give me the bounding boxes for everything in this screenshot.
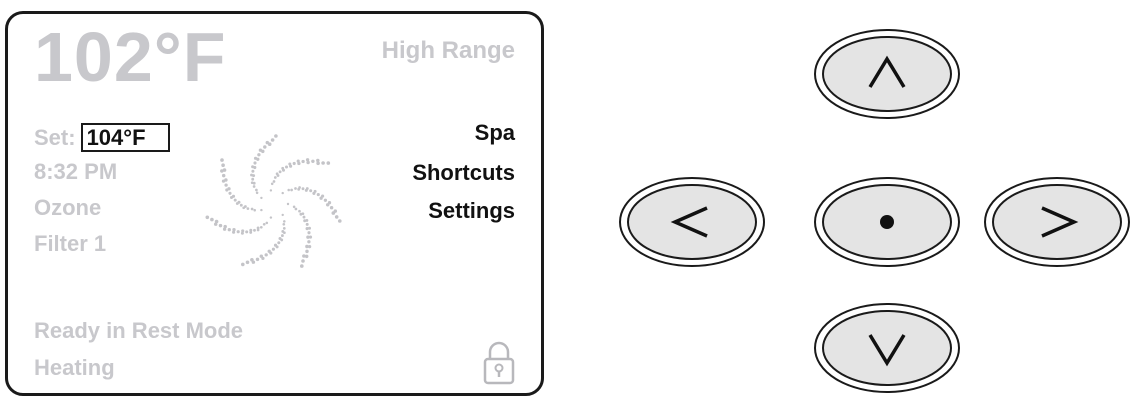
right-button[interactable] xyxy=(983,176,1131,268)
menu-item-settings[interactable]: Settings xyxy=(428,200,515,222)
menu-item-shortcuts[interactable]: Shortcuts xyxy=(412,162,515,184)
up-button[interactable] xyxy=(813,28,961,120)
control-panel-display: 102°F High Range Set: 104°F 8:32 PM Ozon… xyxy=(5,11,544,396)
set-temperature-row: Set: 104°F xyxy=(34,123,170,153)
heating-status: Heating xyxy=(34,355,115,380)
dot-icon xyxy=(880,215,894,229)
left-button[interactable] xyxy=(618,176,766,268)
down-button[interactable] xyxy=(813,302,961,394)
swirl-icon xyxy=(205,134,342,268)
menu-item-spa[interactable]: Spa xyxy=(475,122,515,144)
water-temperature: 102°F xyxy=(34,18,227,96)
temperature-range: High Range xyxy=(381,37,515,64)
set-label: Set: xyxy=(34,124,76,150)
lock-icon[interactable] xyxy=(482,339,516,385)
filter-status: Filter 1 xyxy=(34,231,107,256)
select-button[interactable] xyxy=(813,176,961,268)
ozone-status: Ozone xyxy=(34,195,102,220)
mode-status: Ready in Rest Mode xyxy=(34,318,244,343)
set-temperature-value[interactable]: 104°F xyxy=(80,123,170,153)
clock-time: 8:32 PM xyxy=(34,159,118,184)
